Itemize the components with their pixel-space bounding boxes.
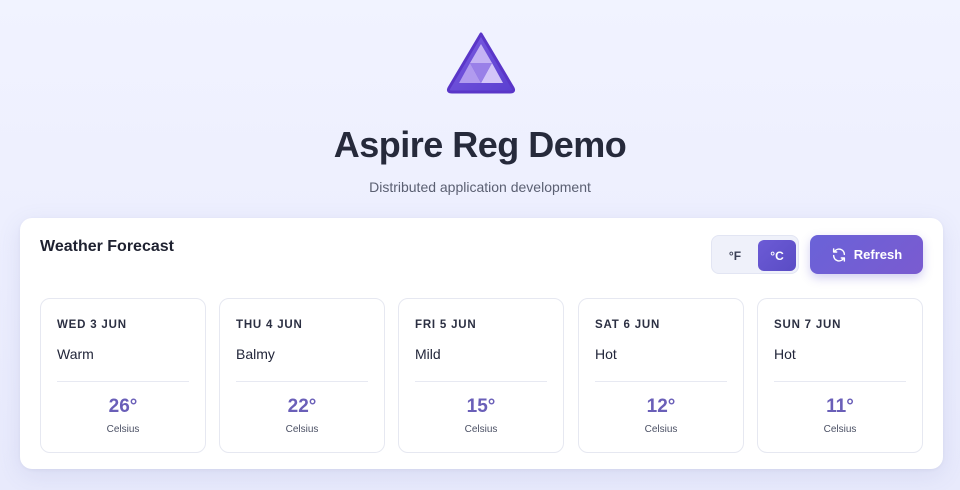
day-temperature: 26° [108, 396, 138, 417]
app-title: Aspire Reg Demo [333, 124, 627, 165]
day-date: WED 3 JUN [57, 319, 127, 331]
divider [415, 381, 547, 382]
day-summary: Balmy [236, 346, 275, 362]
day-date: SUN 7 JUN [774, 319, 842, 331]
day-temperature: 11° [826, 396, 854, 417]
forecast-day-card: WED 3 JUN Warm 26° Celsius [40, 298, 206, 453]
divider [57, 381, 189, 382]
day-temperature: 12° [646, 396, 676, 417]
forecast-day-card: SUN 7 JUN Hot 11° Celsius [757, 298, 923, 453]
divider [774, 381, 906, 382]
divider [236, 381, 368, 382]
fahrenheit-button[interactable]: °F [716, 240, 754, 271]
hero-header: Aspire Reg Demo Distributed application … [0, 0, 960, 210]
refresh-label: Refresh [853, 247, 903, 262]
day-summary: Hot [774, 346, 796, 362]
day-summary: Warm [57, 346, 94, 362]
day-date: FRI 5 JUN [415, 319, 477, 331]
forecast-days: WED 3 JUN Warm 26° Celsius THU 4 JUN Bal… [40, 298, 923, 453]
forecast-day-card: THU 4 JUN Balmy 22° Celsius [219, 298, 385, 453]
day-unit: Celsius [644, 424, 678, 435]
celsius-button[interactable]: °C [758, 240, 796, 271]
unit-toggle: °F °C [711, 235, 799, 274]
weather-forecast-card: Weather Forecast °F °C Refresh WED 3 JUN… [20, 218, 943, 469]
refresh-button[interactable]: Refresh [810, 235, 923, 274]
aspire-logo-icon [446, 32, 516, 94]
day-unit: Celsius [823, 424, 857, 435]
day-unit: Celsius [464, 424, 498, 435]
divider [595, 381, 727, 382]
card-title: Weather Forecast [40, 238, 174, 255]
forecast-day-card: SAT 6 JUN Hot 12° Celsius [578, 298, 744, 453]
day-summary: Hot [595, 346, 617, 362]
day-temperature: 22° [287, 396, 317, 417]
day-temperature: 15° [466, 396, 496, 417]
day-summary: Mild [415, 346, 441, 362]
day-unit: Celsius [285, 424, 319, 435]
app-subtitle: Distributed application development [369, 179, 591, 195]
day-unit: Celsius [106, 424, 140, 435]
forecast-day-card: FRI 5 JUN Mild 15° Celsius [398, 298, 564, 453]
day-date: SAT 6 JUN [595, 319, 661, 331]
refresh-icon [832, 247, 845, 262]
day-date: THU 4 JUN [236, 319, 303, 331]
